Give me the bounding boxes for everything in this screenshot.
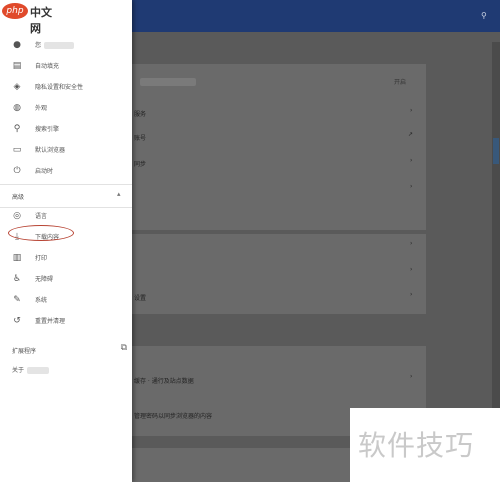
settings-row-settings[interactable]: 设置: [134, 293, 146, 302]
nav-item-label: 隐私设置和安全性: [35, 84, 84, 91]
accessibility-icon: ♿: [12, 273, 22, 284]
logo-text: 中文网: [30, 6, 52, 35]
account-name-redacted: [140, 78, 196, 86]
settings-card-people: 开启 服务 › 账号 ↗ 同步 › ›: [132, 64, 426, 230]
watermark: 软件技巧: [350, 408, 500, 482]
nav-privacy[interactable]: ◈ 隐私设置和安全性: [0, 76, 132, 97]
search-icon: ⚲: [13, 123, 21, 134]
nav-search-engine[interactable]: ⚲ 搜索引擎: [0, 118, 132, 139]
clipboard-icon: ▤: [12, 60, 22, 71]
nav-print[interactable]: ▥ 打印: [0, 247, 132, 268]
nav-item-label: 无障碍: [35, 276, 54, 283]
settings-row-passwords[interactable]: 管理密码以同步浏览器的内容: [134, 411, 212, 420]
chevron-right-icon: ›: [410, 107, 413, 114]
nav-item-label: 外观: [35, 105, 48, 112]
settings-card-autofill: › › 设置 ›: [132, 234, 426, 314]
annotation-circle: [8, 225, 74, 241]
extensions-label: 扩展程序: [12, 348, 37, 355]
nav-appearance[interactable]: ◍ 外观: [0, 97, 132, 118]
nav-item-label: 语言: [35, 213, 48, 220]
scrollbar-thumb[interactable]: [493, 138, 499, 164]
settings-row-sync[interactable]: 同步: [134, 159, 146, 168]
print-icon: ▥: [12, 252, 22, 263]
watermark-text: 软件技巧: [358, 429, 475, 462]
palette-icon: ◍: [13, 102, 21, 113]
settings-row-clear-data[interactable]: 缓存 · 通行及站点数据: [134, 376, 194, 385]
chevron-up-icon: ▴: [117, 190, 121, 198]
about-name-redacted: [27, 367, 50, 374]
globe-icon: ◎: [13, 210, 21, 221]
nav-item-label: 启动时: [35, 168, 54, 175]
nav-item-label: 系统: [35, 297, 48, 304]
nav-item-label: 自动填充: [35, 63, 60, 70]
browser-icon: ▭: [12, 144, 22, 155]
chevron-right-icon: ›: [410, 183, 413, 190]
nav-system[interactable]: ✎ 系统: [0, 289, 132, 310]
nav-about[interactable]: 关于: [12, 365, 50, 374]
search-icon[interactable]: ⚲: [481, 11, 487, 20]
nav-reset[interactable]: ↺ 重置并清理: [0, 310, 132, 331]
logo-badge: php: [2, 3, 28, 19]
about-label: 关于: [12, 367, 25, 374]
nav-default-browser[interactable]: ▭ 默认浏览器: [0, 139, 132, 160]
shield-icon: ◈: [13, 81, 21, 92]
settings-row-services[interactable]: 服务: [134, 109, 146, 118]
nav-extensions[interactable]: 扩展程序 ⧉: [12, 343, 127, 356]
nav-item-label: 重置并清理: [35, 318, 66, 325]
open-external-icon: ⧉: [120, 343, 127, 353]
chevron-right-icon: ›: [410, 240, 413, 247]
nav-accessibility[interactable]: ♿ 无障碍: [0, 268, 132, 289]
person-icon: ●: [13, 39, 21, 50]
chevron-right-icon: ›: [410, 157, 413, 164]
nav-on-startup[interactable]: ⏻ 启动时: [0, 160, 132, 181]
settings-row-account[interactable]: 账号: [134, 133, 146, 142]
open-external-icon: ↗: [408, 131, 414, 138]
nav-item-label: 您: [35, 40, 75, 49]
advanced-label: 高级: [12, 194, 25, 201]
nav-drawer: php 中文网 ● 您 ▤ 自动填充 ◈ 隐私设置和安全性 ◍ 外观 ⚲ 搜索引擎 ▭ 默认浏览器 ⏻ 启…: [0, 0, 132, 482]
nav-autofill[interactable]: ▤ 自动填充: [0, 55, 132, 76]
user-name-redacted: [44, 42, 75, 49]
chevron-right-icon: ›: [410, 266, 413, 273]
wrench-icon: ✎: [13, 294, 21, 305]
nav-item-label: 搜索引擎: [35, 126, 60, 133]
history-icon: ↺: [13, 315, 21, 326]
nav-item-label: 打印: [35, 255, 48, 262]
nav-languages[interactable]: ◎ 语言: [0, 205, 132, 226]
site-logo: php 中文网: [0, 0, 60, 35]
chevron-right-icon: ›: [410, 373, 413, 380]
power-icon: ⏻: [13, 165, 21, 176]
nav-you[interactable]: ● 您: [0, 34, 132, 55]
sync-on-button[interactable]: 开启: [394, 77, 406, 86]
chevron-right-icon: ›: [410, 291, 413, 298]
nav-item-label: 默认浏览器: [35, 147, 66, 154]
